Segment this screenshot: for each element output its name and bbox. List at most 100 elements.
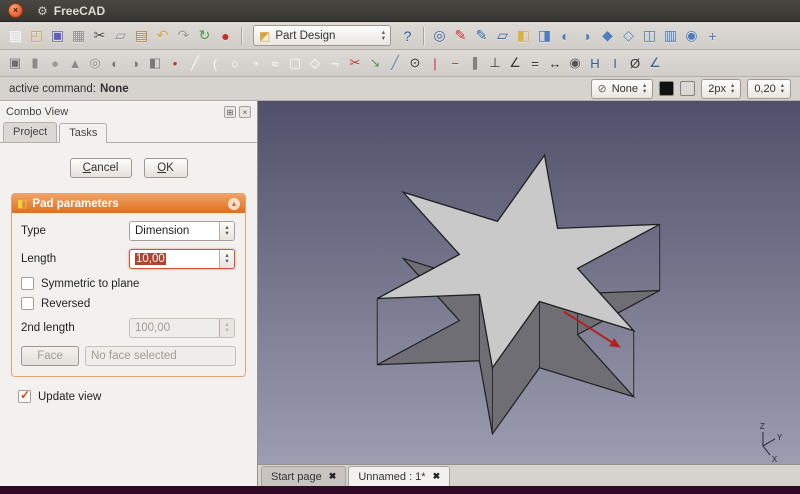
sphere-icon[interactable]: ● — [45, 53, 65, 73]
document-print-icon[interactable]: ▦ — [68, 26, 89, 46]
edit-paste-icon[interactable]: ▤ — [131, 26, 152, 46]
polar-pattern-icon[interactable]: ◉ — [681, 26, 702, 46]
3d-view[interactable]: Z Y X — [258, 101, 800, 464]
extrude-icon[interactable]: ◧ — [145, 53, 165, 73]
document-save-icon[interactable]: ▣ — [47, 26, 68, 46]
cancel-button[interactable]: Cancel — [70, 158, 132, 178]
trim-icon[interactable]: ✂ — [345, 53, 365, 73]
document-tab[interactable]: Unnamed : 1* ✖ — [348, 466, 450, 486]
edit-copy-icon[interactable]: ▱ — [110, 26, 131, 46]
edit-undo-icon[interactable]: ↶ — [152, 26, 173, 46]
cone-icon[interactable]: ▲ — [65, 53, 85, 73]
boolean-union-icon[interactable]: ◐ — [105, 53, 125, 73]
close-tab-icon[interactable]: ✖ — [433, 471, 441, 482]
polyline-icon[interactable]: ≈ — [265, 53, 285, 73]
task-panel: Cancel OK ◧ Pad parameters ▴ Type Dimens… — [0, 143, 257, 486]
tangent-constraint-icon[interactable]: ∠ — [505, 53, 525, 73]
autogroup-button[interactable]: ⊘ None — [591, 79, 654, 99]
line-icon[interactable]: ╱ — [185, 53, 205, 73]
document-open-icon[interactable]: ◰ — [26, 26, 47, 46]
fillet-sketch-icon[interactable]: ¬ — [325, 53, 345, 73]
symmetric-checkbox[interactable] — [21, 277, 34, 290]
vertical-constraint-icon[interactable]: | — [425, 53, 445, 73]
text-size-spinner[interactable]: 0,20 — [747, 79, 791, 99]
whats-this-icon[interactable]: ? — [397, 26, 418, 46]
document-new-icon[interactable]: ▤ — [5, 26, 26, 46]
angle-constraint-icon[interactable]: ∠ — [645, 53, 665, 73]
float-panel-icon[interactable]: ⊞ — [224, 106, 236, 118]
rectangle-icon[interactable]: ▢ — [285, 53, 305, 73]
construction-mode-icon[interactable]: ╱ — [385, 53, 405, 73]
tab-project[interactable]: Project — [3, 122, 57, 142]
circle-icon[interactable]: ○ — [225, 53, 245, 73]
ellipse-icon[interactable]: ◔ — [245, 53, 265, 73]
document-tab[interactable]: Start page✖ — [261, 466, 346, 486]
arc-icon[interactable]: ( — [205, 53, 225, 73]
map-sketch-icon[interactable]: ▱ — [492, 26, 513, 46]
torus-icon[interactable]: ◎ — [85, 53, 105, 73]
tab-tasks[interactable]: Tasks — [59, 123, 107, 143]
groove-icon[interactable]: ◑ — [576, 26, 597, 46]
revolution-icon[interactable]: ◐ — [555, 26, 576, 46]
lock-constraint-icon[interactable]: ◉ — [565, 53, 585, 73]
pad-parameters-header[interactable]: ◧ Pad parameters ▴ — [12, 194, 245, 213]
parallel-constraint-icon[interactable]: ∥ — [465, 53, 485, 73]
ok-button[interactable]: OK — [144, 158, 188, 178]
line-width-value: 2px — [708, 83, 726, 95]
equal-constraint-icon[interactable]: = — [525, 53, 545, 73]
edit-cut-icon[interactable]: ✂ — [89, 26, 110, 46]
polygon-icon[interactable]: ◇ — [305, 53, 325, 73]
fillet-icon[interactable]: ◆ — [597, 26, 618, 46]
close-tab-icon[interactable]: ✖ — [329, 471, 337, 482]
coincident-constraint-icon[interactable]: ⊙ — [405, 53, 425, 73]
mirrored-icon[interactable]: ◫ — [639, 26, 660, 46]
pad-icon[interactable]: ◧ — [513, 26, 534, 46]
window-title: FreeCAD — [54, 4, 105, 18]
radius-constraint-icon[interactable]: Ø — [625, 53, 645, 73]
point-icon[interactable]: • — [165, 53, 185, 73]
perpendicular-constraint-icon[interactable]: ⊥ — [485, 53, 505, 73]
3d-viewport-canvas[interactable]: Z Y X — [258, 101, 800, 464]
pocket-icon[interactable]: ◨ — [534, 26, 555, 46]
external-geometry-icon[interactable]: ↘ — [365, 53, 385, 73]
document-tab-label: Unnamed : 1* — [358, 471, 425, 483]
view-refresh-icon[interactable]: ↻ — [194, 26, 215, 46]
line-width-select[interactable]: 2px — [701, 79, 741, 99]
dock-header: Combo View ⊞ × — [0, 101, 257, 120]
fit-all-icon[interactable]: ◎ — [429, 26, 450, 46]
length-input[interactable]: 10,00 — [129, 249, 235, 269]
edit-sketch-icon[interactable]: ✎ — [471, 26, 492, 46]
collapse-section-icon[interactable]: ▴ — [228, 198, 240, 210]
create-sketch-icon[interactable]: ✎ — [450, 26, 471, 46]
workbench-selector[interactable]: ◩ Part Design — [253, 25, 391, 46]
face-input-value: No face selected — [91, 350, 177, 362]
horizontal-distance-icon[interactable]: H — [585, 53, 605, 73]
edit-redo-icon[interactable]: ↷ — [173, 26, 194, 46]
partdesign-icons-group: ◎✎✎▱◧◨◐◑◆◇◫▥◉+ — [429, 26, 723, 46]
dock-title: Combo View — [6, 106, 68, 118]
horizontal-constraint-icon[interactable]: − — [445, 53, 465, 73]
toolbar-separator — [423, 27, 424, 45]
boolean-cut-icon[interactable]: ◑ — [125, 53, 145, 73]
symmetric-constraint-icon[interactable]: ↔ — [545, 53, 565, 73]
face-button[interactable]: Face — [21, 346, 79, 366]
face-input[interactable]: No face selected — [85, 346, 236, 366]
pad-parameters-title: Pad parameters — [32, 198, 223, 210]
second-length-input[interactable]: 100,00 — [129, 318, 235, 338]
type-select[interactable]: Dimension — [129, 221, 235, 241]
update-view-label: Update view — [38, 391, 101, 403]
reversed-checkbox[interactable] — [21, 297, 34, 310]
macro-record-icon[interactable]: ● — [215, 26, 236, 46]
linear-pattern-icon[interactable]: ▥ — [660, 26, 681, 46]
multitransform-icon[interactable]: + — [702, 26, 723, 46]
window-close-button[interactable]: × — [8, 3, 23, 18]
close-panel-icon[interactable]: × — [239, 106, 251, 118]
chamfer-icon[interactable]: ◇ — [618, 26, 639, 46]
line-color-swatch[interactable] — [659, 81, 674, 96]
box-icon[interactable]: ▣ — [5, 53, 25, 73]
face-color-swatch[interactable] — [680, 81, 695, 96]
vertical-distance-icon[interactable]: I — [605, 53, 625, 73]
main-area: Combo View ⊞ × Project Tasks Cancel OK ◧ — [0, 101, 800, 486]
cylinder-icon[interactable]: ▮ — [25, 53, 45, 73]
update-view-checkbox[interactable] — [18, 390, 31, 403]
